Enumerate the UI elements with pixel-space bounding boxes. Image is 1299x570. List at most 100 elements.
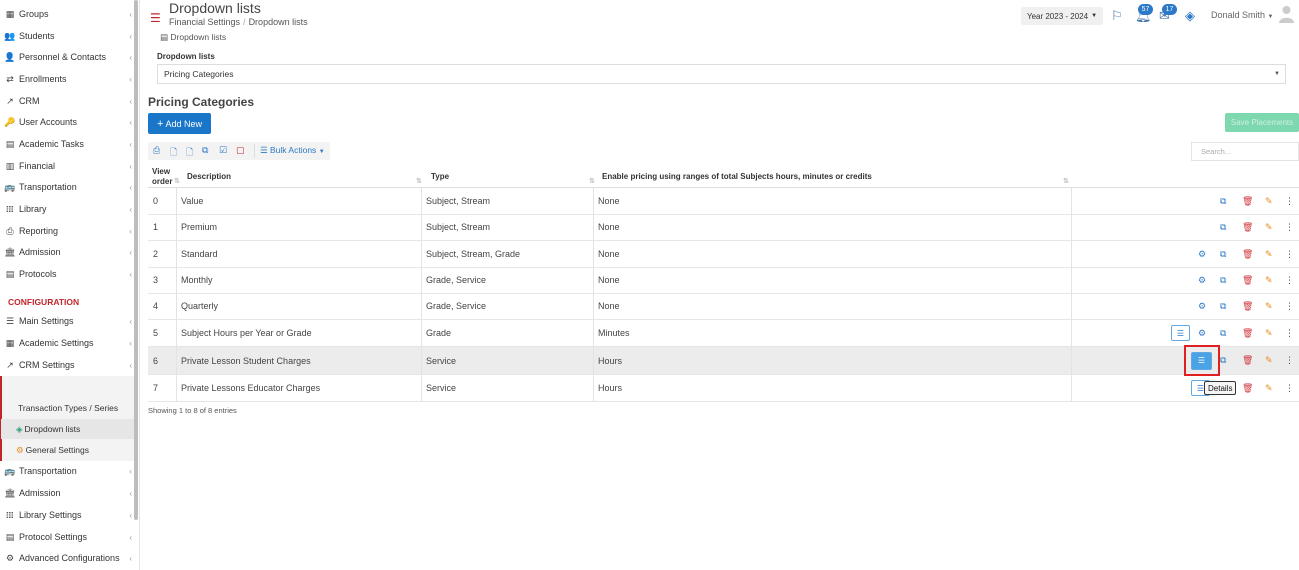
sidebar-scrollbar[interactable] xyxy=(134,0,138,520)
sidebar-item-main-settings[interactable]: ☰ Main Settings ‹ xyxy=(0,311,134,331)
flag-icon[interactable]: ⚐ xyxy=(1111,8,1123,24)
edit-icon[interactable]: ✎ xyxy=(1265,214,1273,240)
delete-icon[interactable]: 🗑︎ xyxy=(1242,320,1253,346)
edit-icon[interactable]: ✎ xyxy=(1265,320,1273,346)
search-input[interactable]: Search... xyxy=(1191,142,1299,161)
deselect-icon[interactable]: ▢ xyxy=(236,145,245,156)
print-icon[interactable]: ⎙ xyxy=(153,145,160,156)
sidebar-item-reporting[interactable]: ⎙ Reporting ‹ xyxy=(0,221,134,241)
cell-type: Subject, Stream xyxy=(426,196,491,206)
sidebar-item-students[interactable]: 👥 Students ‹ xyxy=(0,26,134,46)
sidebar-item-library[interactable]: 𝍖 Library ‹ xyxy=(0,199,134,219)
delete-icon[interactable]: 🗑︎ xyxy=(1242,347,1253,374)
edit-icon[interactable]: ✎ xyxy=(1265,188,1273,214)
bulk-actions-dropdown[interactable]: ☰ Bulk Actions ▼ xyxy=(260,145,325,156)
sidebar-item-financial[interactable]: ▥ Financial ‹ xyxy=(0,156,134,176)
more-options-icon[interactable]: ⋮ xyxy=(1285,347,1294,374)
copy-icon[interactable]: ⧉ xyxy=(1220,188,1226,214)
avatar[interactable] xyxy=(1279,5,1294,23)
copy-icon[interactable]: ⧉ xyxy=(1220,347,1226,374)
table-row[interactable]: 3 Monthly Grade, Service None ⚙ ⧉ 🗑︎ ✎ ⋮ xyxy=(148,267,1299,294)
sidebar-item-protocol-settings[interactable]: ▤ Protocol Settings ‹ xyxy=(0,527,134,547)
more-options-icon[interactable]: ⋮ xyxy=(1285,320,1294,346)
header-view-order[interactable]: View order xyxy=(152,167,176,187)
table-row[interactable]: 1 Premium Subject, Stream None ⧉ 🗑︎ ✎ ⋮ xyxy=(148,214,1299,241)
cell-type: Subject, Stream, Grade xyxy=(426,249,521,259)
pricing-settings-icon[interactable]: ⚙ xyxy=(1198,293,1206,319)
sidebar-item-user-accounts[interactable]: 🔑 User Accounts ‹ xyxy=(0,112,134,132)
sidebar-item-transportation[interactable]: 🚌 Transportation ‹ xyxy=(0,177,134,197)
sidebar-item-advanced-configurations[interactable]: ⚙ Advanced Configurations ‹ xyxy=(0,548,134,568)
select-all-icon[interactable]: ☑ xyxy=(219,145,227,156)
dropdown-list-select[interactable]: Pricing Categories ▼ xyxy=(157,64,1286,84)
more-options-icon[interactable]: ⋮ xyxy=(1285,375,1294,401)
user-menu[interactable]: Donald Smith ▼ xyxy=(1211,10,1274,20)
pricing-settings-icon[interactable]: ⚙ xyxy=(1198,241,1206,267)
sidebar-item-admission[interactable]: 🏛 Admission ‹ xyxy=(0,483,134,503)
table-row[interactable]: 4 Quarterly Grade, Service None ⚙ ⧉ 🗑︎ ✎ ⋮ xyxy=(148,293,1299,320)
edit-icon[interactable]: ✎ xyxy=(1265,241,1273,267)
copy-icon[interactable]: ⧉ xyxy=(1220,293,1226,319)
table-row[interactable]: 0 Value Subject, Stream None ⧉ 🗑︎ ✎ ⋮ xyxy=(148,188,1299,215)
sidebar-item-academic-settings[interactable]: ▦ Academic Settings ‹ xyxy=(0,333,134,353)
sidebar-sub-general-settings[interactable]: ⚙ General Settings xyxy=(1,440,134,460)
sidebar-item-groups[interactable]: ▦ Groups ‹ xyxy=(0,4,134,24)
excel-icon[interactable]: 🗋 xyxy=(186,145,193,161)
sidebar-item-library-settings[interactable]: 𝍖 Library Settings ‹ xyxy=(0,505,134,525)
copy-icon[interactable]: ⧉ xyxy=(1220,267,1226,293)
sort-icon[interactable]: ⇅ xyxy=(416,177,422,185)
copy-icon[interactable]: ⧉ xyxy=(1220,320,1226,346)
sort-icon[interactable]: ⇅ xyxy=(1063,177,1069,185)
delete-icon[interactable]: 🗑︎ xyxy=(1242,241,1253,267)
pricing-settings-icon[interactable]: ⚙ xyxy=(1198,267,1206,293)
details-button[interactable]: ☰ xyxy=(1171,325,1190,341)
sidebar-item-crm[interactable]: ↗ CRM ‹ xyxy=(0,91,134,111)
pricing-settings-icon[interactable]: ⚙ xyxy=(1198,320,1206,346)
tab-dropdown-lists[interactable]: ▤ Dropdown lists xyxy=(160,32,226,43)
table-row[interactable]: 2 Standard Subject, Stream, Grade None ⚙ ⧉ 🗑︎ ✎… xyxy=(148,241,1299,268)
more-options-icon[interactable]: ⋮ xyxy=(1285,188,1294,214)
more-options-icon[interactable]: ⋮ xyxy=(1285,241,1294,267)
sort-icon[interactable]: ⇅ xyxy=(589,177,595,185)
sidebar-sub-transaction-types-series[interactable]: Transaction Types / Series xyxy=(1,398,134,418)
delete-icon[interactable]: 🗑︎ xyxy=(1242,293,1253,319)
sidebar-item-enrollments[interactable]: ⇄ Enrollments ‹ xyxy=(0,69,134,89)
add-new-button[interactable]: + Add New xyxy=(148,113,211,134)
more-options-icon[interactable]: ⋮ xyxy=(1285,293,1294,319)
groups-icon: ▦ xyxy=(5,8,15,19)
sidebar-item-admission[interactable]: 🏛 Admission ‹ xyxy=(0,242,134,262)
section-title: Pricing Categories xyxy=(148,95,255,109)
sidebar-item-crm-settings[interactable]: ↗ CRM Settings ‹ xyxy=(0,355,134,375)
delete-icon[interactable]: 🗑︎ xyxy=(1242,375,1253,401)
more-options-icon[interactable]: ⋮ xyxy=(1285,214,1294,240)
save-placements-button[interactable]: Save Placements xyxy=(1225,113,1299,132)
table-row[interactable]: 5 Subject Hours per Year or Grade Grade Min… xyxy=(148,320,1299,347)
header-description[interactable]: Description xyxy=(187,172,231,181)
edit-icon[interactable]: ✎ xyxy=(1265,375,1273,401)
header-pricing[interactable]: Enable pricing using ranges of total Sub… xyxy=(602,172,872,181)
menu-toggle-icon[interactable]: ☰ xyxy=(150,11,161,25)
delete-icon[interactable]: 🗑︎ xyxy=(1242,267,1253,293)
year-selector[interactable]: Year 2023 - 2024 ▼ xyxy=(1021,7,1103,25)
more-options-icon[interactable]: ⋮ xyxy=(1285,267,1294,293)
copy-icon[interactable]: ⧉ xyxy=(202,145,208,156)
delete-icon[interactable]: 🗑︎ xyxy=(1242,188,1253,214)
table-row[interactable]: 6 Private Lesson Student Charges Service Ho… xyxy=(148,347,1299,375)
layers-icon[interactable]: ◈ xyxy=(1185,8,1195,24)
sidebar-item-personnel-contacts[interactable]: 👤 Personnel & Contacts ‹ xyxy=(0,47,134,67)
sidebar-item-transportation[interactable]: 🚌 Transportation ‹ xyxy=(0,461,134,481)
sort-icon[interactable]: ⇅ xyxy=(174,177,180,185)
edit-icon[interactable]: ✎ xyxy=(1265,347,1273,374)
sidebar-item-academic-tasks[interactable]: ▤ Academic Tasks ‹ xyxy=(0,134,134,154)
copy-icon[interactable]: ⧉ xyxy=(1220,214,1226,240)
edit-icon[interactable]: ✎ xyxy=(1265,267,1273,293)
pdf-icon[interactable]: 🗋 xyxy=(170,145,177,161)
copy-icon[interactable]: ⧉ xyxy=(1220,241,1226,267)
header-type[interactable]: Type xyxy=(431,172,449,181)
delete-icon[interactable]: 🗑︎ xyxy=(1242,214,1253,240)
sidebar-sub-dropdown-lists[interactable]: ◈ Dropdown lists xyxy=(1,419,134,439)
edit-icon[interactable]: ✎ xyxy=(1265,293,1273,319)
breadcrumb-financial-settings[interactable]: Financial Settings xyxy=(169,17,240,27)
sidebar-item-protocols[interactable]: ▤ Protocols ‹ xyxy=(0,264,134,284)
table-row[interactable]: 7 Private Lessons Educator Charges Service… xyxy=(148,375,1299,402)
